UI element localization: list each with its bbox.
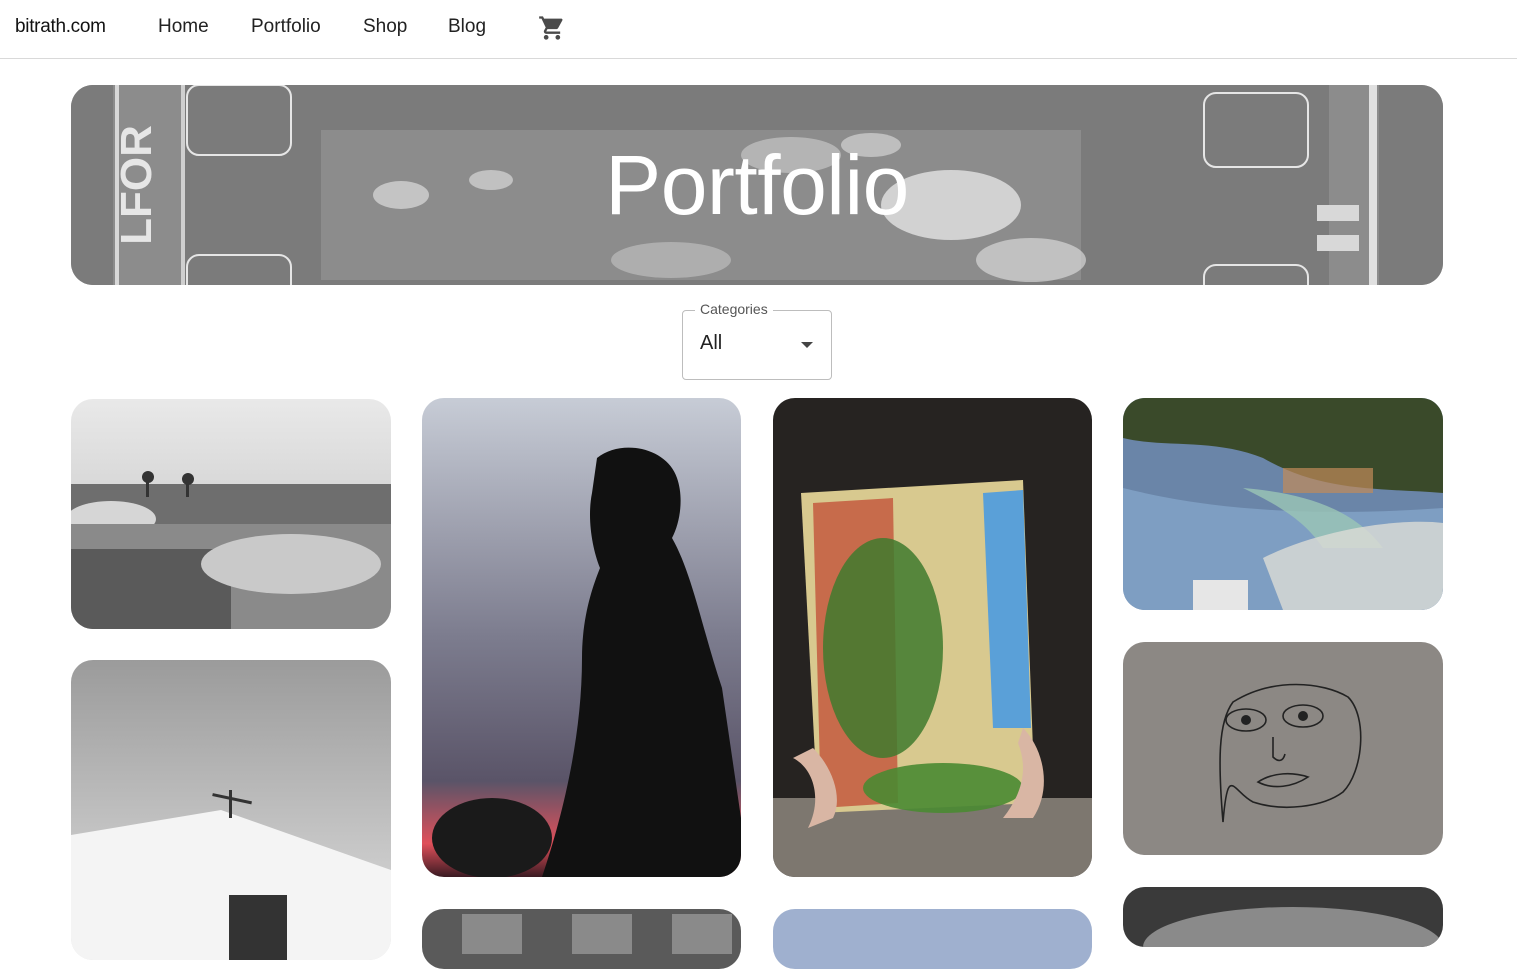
gallery-photo[interactable] — [1123, 887, 1443, 947]
nav-link-portfolio[interactable]: Portfolio — [251, 16, 321, 38]
photo-bay-image — [1123, 398, 1443, 610]
gallery-photo[interactable] — [773, 909, 1092, 969]
gallery-photo[interactable] — [71, 660, 391, 960]
photo-silhouette-image — [422, 398, 741, 877]
categories-select[interactable]: Categories All — [682, 301, 832, 380]
photo-beach-image — [71, 399, 391, 629]
top-navbar: bitrath.com Home Portfolio Shop Blog — [0, 0, 1517, 59]
photo-dish-image — [1123, 887, 1443, 947]
photo-mirror-image — [773, 398, 1092, 877]
gallery-photo[interactable] — [422, 398, 741, 877]
site-brand[interactable]: bitrath.com — [15, 16, 106, 38]
photo-chapel-image — [71, 660, 391, 960]
page-title: Portfolio — [605, 138, 909, 232]
gallery-photo[interactable] — [1123, 398, 1443, 610]
nav-link-shop[interactable]: Shop — [363, 16, 407, 38]
gallery-photo[interactable] — [422, 909, 741, 969]
shopping-cart-icon[interactable] — [538, 14, 566, 42]
categories-label: Categories — [695, 301, 773, 317]
caret-down-icon — [801, 342, 813, 348]
gallery-photo[interactable] — [1123, 642, 1443, 855]
photo-sky-image — [773, 909, 1092, 969]
photo-face-drawing-image — [1123, 642, 1443, 855]
categories-selected-value: All — [700, 332, 723, 354]
portfolio-banner: LFOR Portfolio — [71, 85, 1443, 285]
gallery-photo[interactable] — [71, 399, 391, 629]
nav-link-blog[interactable]: Blog — [448, 16, 486, 38]
photo-building-image — [422, 909, 741, 969]
gallery-photo[interactable] — [773, 398, 1092, 877]
nav-link-home[interactable]: Home — [158, 16, 209, 38]
